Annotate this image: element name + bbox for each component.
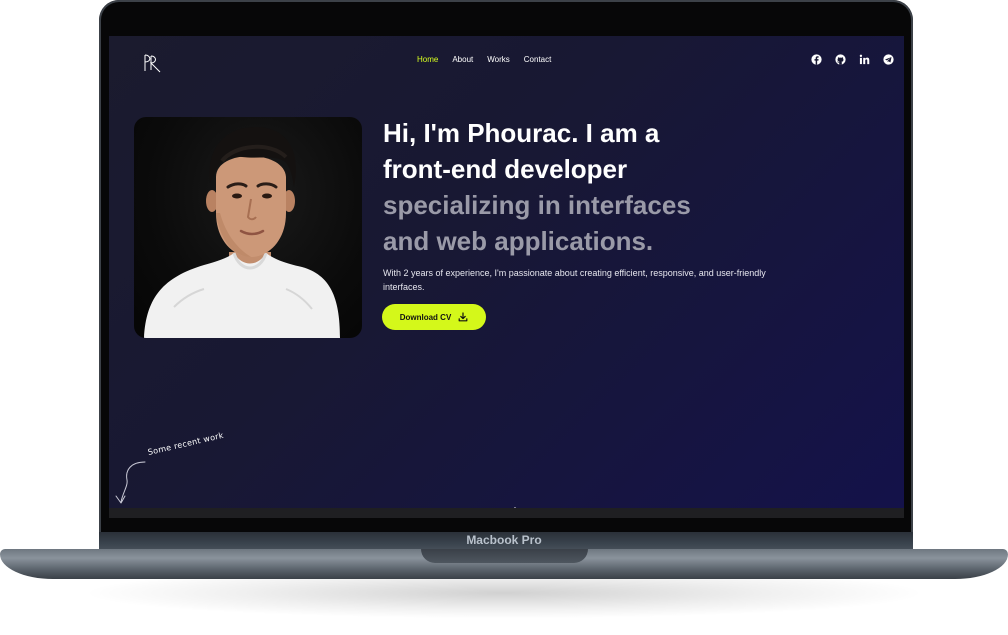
- download-cv-label: Download CV: [399, 312, 452, 322]
- device-model-label: Macbook Pro: [466, 533, 542, 547]
- social-links: [811, 54, 894, 65]
- profile-photo: [134, 117, 362, 338]
- logo[interactable]: [142, 53, 164, 73]
- hero-headline: Hi, I'm Phourac. I am a front-end develo…: [383, 115, 803, 259]
- headline-line-4: and web applications.: [383, 226, 654, 256]
- website-screen: Home About Works Contact Hi, I'm Phourac…: [109, 36, 904, 518]
- headline-line-3: specializing in interfaces: [383, 190, 691, 220]
- facebook-icon[interactable]: [811, 54, 822, 65]
- main-nav: Home About Works Contact: [417, 54, 565, 66]
- linkedin-icon[interactable]: [859, 54, 870, 65]
- screen-bottom-strip: [109, 508, 904, 518]
- portrait-illustration: [144, 127, 340, 338]
- recent-work-label: Some recent work: [146, 430, 225, 457]
- nav-contact[interactable]: Contact: [524, 54, 552, 66]
- nav-about[interactable]: About: [452, 54, 473, 66]
- headline-line-1: Hi, I'm Phourac. I am a: [383, 118, 660, 148]
- download-cv-button[interactable]: Download CV: [382, 304, 486, 330]
- nav-works[interactable]: Works: [487, 54, 510, 66]
- headline-line-2: front-end developer: [383, 154, 628, 184]
- download-icon: [458, 312, 468, 322]
- nav-home[interactable]: Home: [417, 54, 438, 66]
- curved-arrow-icon: [115, 461, 146, 504]
- hero-description: With 2 years of experience, I'm passiona…: [383, 268, 766, 292]
- device-mockup: Home About Works Contact Hi, I'm Phourac…: [0, 0, 1008, 635]
- github-icon[interactable]: [835, 54, 846, 65]
- telegram-icon[interactable]: [883, 54, 894, 65]
- laptop-lip-notch: [421, 549, 588, 563]
